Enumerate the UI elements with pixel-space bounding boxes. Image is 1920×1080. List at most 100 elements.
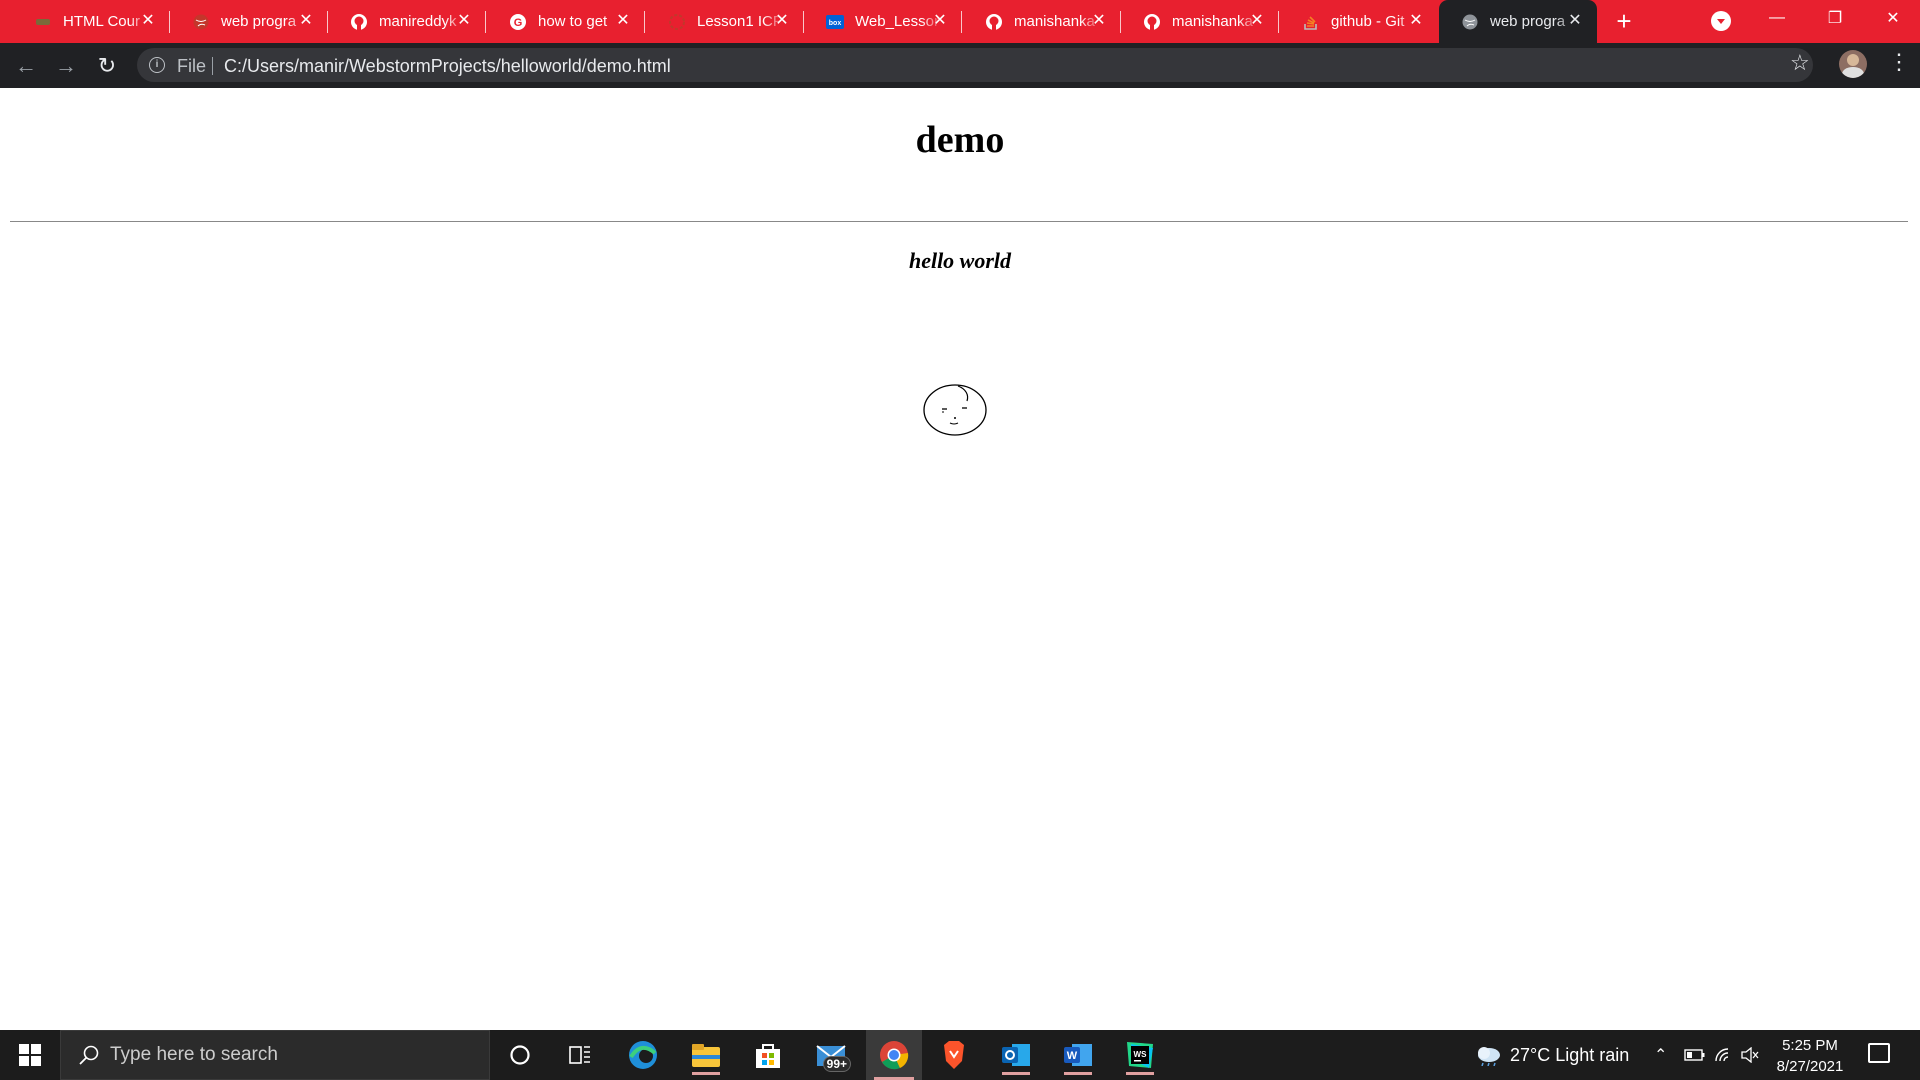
webstorm-taskbar-button[interactable]: WS (1114, 1035, 1166, 1075)
weather-widget[interactable]: 27°C Light rain (1474, 1030, 1629, 1080)
webstorm-icon: WS (1127, 1042, 1153, 1068)
store-bag-icon (756, 1044, 780, 1068)
tab-close-icon[interactable]: ✕ (772, 11, 792, 31)
weather-text: 27°C Light rain (1510, 1044, 1630, 1065)
running-indicator (1126, 1072, 1154, 1075)
task-view-button[interactable] (554, 1035, 606, 1075)
show-hidden-icons-button[interactable]: ⌃ (1654, 1030, 1667, 1080)
url-text[interactable]: C:/Users/manir/WebstormProjects/hellowor… (224, 56, 671, 77)
box-icon: box (826, 13, 844, 31)
new-tab-button[interactable]: + (1610, 8, 1638, 36)
browser-tab[interactable]: web progra ✕ (170, 0, 328, 43)
svg-text:G: G (514, 17, 523, 29)
browser-tab[interactable]: github - Git ✕ (1280, 0, 1438, 43)
browser-tab[interactable]: manishanka ✕ (1121, 0, 1279, 43)
back-button[interactable]: ← (12, 52, 40, 80)
omnibox-divider (212, 57, 213, 75)
outlook-taskbar-button[interactable] (990, 1035, 1042, 1075)
tab-close-icon[interactable]: ✕ (1565, 11, 1585, 31)
tab-close-icon[interactable]: ✕ (1247, 11, 1267, 31)
github-icon (985, 13, 1003, 31)
word-icon: W (1064, 1044, 1092, 1066)
tab-separator (644, 11, 645, 33)
search-icon (79, 1045, 99, 1065)
cloud-rain-icon (1478, 1047, 1500, 1066)
close-window-button[interactable]: ✕ (1864, 0, 1920, 36)
mail-taskbar-button[interactable]: 99+ (805, 1035, 857, 1075)
face-drawing-icon (923, 384, 987, 436)
store-taskbar-button[interactable] (742, 1035, 794, 1075)
chrome-taskbar-button[interactable] (866, 1030, 922, 1080)
page-heading: demo (915, 119, 1005, 161)
scheme-label: File (177, 56, 207, 76)
volume-muted-icon[interactable] (1740, 1030, 1760, 1080)
start-button[interactable] (0, 1030, 60, 1080)
tab-separator (961, 11, 962, 33)
task-view-icon (569, 1046, 590, 1064)
running-indicator (692, 1072, 720, 1075)
browser-tab[interactable]: manishanka ✕ (963, 0, 1121, 43)
action-center-icon[interactable] (1868, 1043, 1890, 1063)
brave-taskbar-button[interactable] (928, 1035, 980, 1075)
word-taskbar-button[interactable]: W (1052, 1035, 1104, 1075)
profile-avatar[interactable] (1839, 50, 1867, 78)
address-bar[interactable]: i File C:/Users/manir/WebstormProjects/h… (137, 48, 1813, 82)
forward-button[interactable]: → (52, 52, 80, 80)
browser-tab[interactable]: web progra ✕ (1439, 0, 1597, 43)
search-placeholder: Type here to search (110, 1044, 278, 1065)
windows-taskbar: Type here to search 99+ W WS 27°C Light … (0, 1030, 1920, 1080)
svg-text:WS: WS (1134, 1050, 1148, 1059)
browser-toolbar: ← → ↻ i File C:/Users/manir/WebstormProj… (0, 43, 1920, 88)
restore-button[interactable]: ❐ (1806, 0, 1864, 36)
github-icon (1143, 13, 1161, 31)
cortana-icon (510, 1045, 530, 1065)
brave-lion-icon (944, 1041, 964, 1069)
tab-close-icon[interactable]: ✕ (1406, 11, 1426, 31)
browser-tab[interactable]: box Web_Lessor ✕ (804, 0, 962, 43)
tab-close-icon[interactable]: ✕ (930, 11, 950, 31)
menu-kebab-icon[interactable]: ⋮ (1888, 51, 1910, 73)
chrome-icon (880, 1041, 909, 1070)
taskbar-clock[interactable]: 5:25 PM 8/27/2021 (1760, 1035, 1860, 1077)
windows-logo-icon (19, 1044, 41, 1066)
running-indicator (1064, 1072, 1092, 1075)
tab-search-button[interactable] (1711, 11, 1731, 31)
bookmark-star-icon[interactable]: ☆ (1790, 50, 1810, 76)
tab-close-icon[interactable]: ✕ (613, 11, 633, 31)
battery-icon[interactable] (1684, 1030, 1706, 1080)
mail-badge: 99+ (822, 1056, 851, 1072)
tab-close-icon[interactable]: ✕ (454, 11, 474, 31)
tab-close-icon[interactable]: ✕ (1089, 11, 1109, 31)
file-explorer-taskbar-button[interactable] (680, 1035, 732, 1075)
browser-tab[interactable]: HTML Cour ✕ (12, 0, 170, 43)
browser-tab[interactable]: Lesson1 ICP ✕ (646, 0, 804, 43)
clock-date: 8/27/2021 (1776, 1058, 1844, 1075)
browser-tab[interactable]: Ghow to get ✕ (487, 0, 645, 43)
globe-favicon-icon (1461, 13, 1479, 31)
tab-separator (485, 11, 486, 33)
tab-close-icon[interactable]: ✕ (138, 11, 158, 31)
reload-button[interactable]: ↻ (93, 52, 121, 80)
taskbar-search-box[interactable]: Type here to search (60, 1030, 490, 1080)
horizontal-rule (10, 221, 1908, 222)
wifi-icon[interactable] (1714, 1030, 1734, 1080)
browser-tab[interactable]: manireddyk ✕ (328, 0, 486, 43)
github-icon (350, 13, 368, 31)
tab-separator (1278, 11, 1279, 33)
cortana-button[interactable] (494, 1035, 546, 1075)
page-content: demo hello world (0, 88, 1920, 1030)
google-icon: G (509, 13, 527, 31)
edge-taskbar-button[interactable] (617, 1035, 669, 1075)
tab-close-icon[interactable]: ✕ (296, 11, 316, 31)
stackoverflow-icon (1302, 13, 1320, 31)
globe-favicon-icon (192, 13, 210, 31)
clock-time: 5:25 PM (1782, 1037, 1838, 1054)
svg-text:box: box (829, 20, 842, 27)
folder-icon (692, 1044, 720, 1067)
lesson-favicon-icon (668, 13, 686, 31)
site-info-icon[interactable]: i (149, 57, 165, 73)
edge-icon (629, 1041, 657, 1069)
minimize-button[interactable]: — (1748, 0, 1806, 36)
svg-text:W: W (1067, 1050, 1078, 1062)
hello-text: hello world (908, 248, 1012, 273)
